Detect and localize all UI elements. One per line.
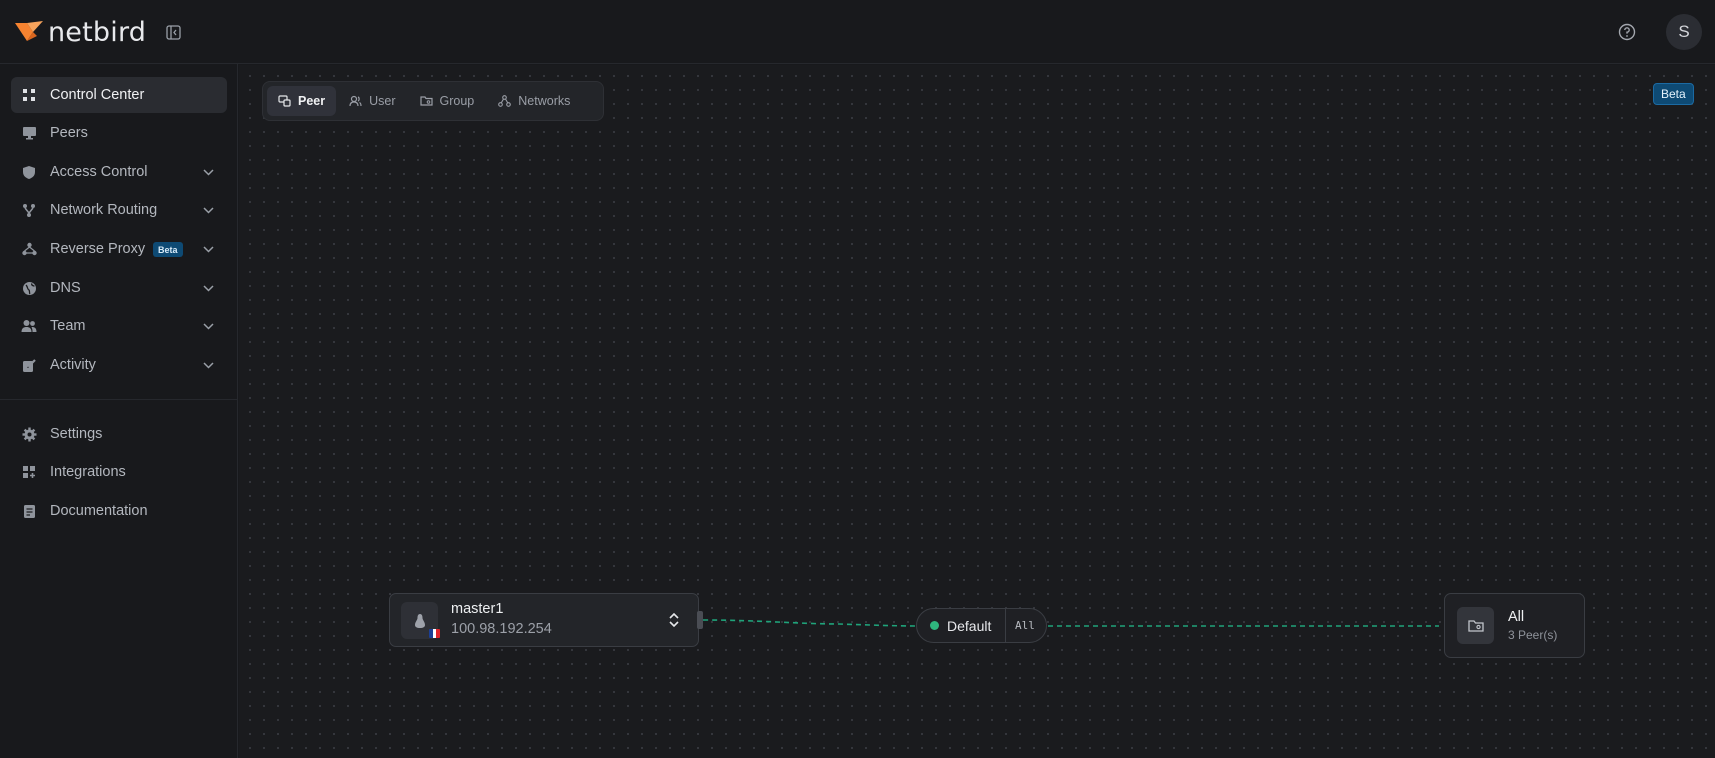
sidebar-collapse-icon	[165, 24, 181, 40]
integrations-icon	[21, 464, 37, 480]
policy-divider	[1005, 609, 1006, 642]
top-bar: netbird S	[0, 0, 1715, 64]
sidebar-item-label: Reverse Proxy	[50, 241, 146, 257]
help-button[interactable]	[1616, 21, 1638, 43]
control-center-icon	[21, 87, 37, 103]
edge-peer-to-policy	[702, 619, 917, 627]
tab-user[interactable]: User	[338, 86, 406, 116]
fr-flag-icon	[429, 629, 440, 638]
sidebar-item-integrations[interactable]: Integrations	[11, 454, 227, 490]
chevron-down-icon	[201, 358, 215, 372]
folder-group-icon	[1457, 607, 1494, 644]
peer-node[interactable]: master1 100.98.192.254	[389, 593, 703, 647]
sidebar-item-access-control[interactable]: Access Control	[11, 154, 227, 190]
tab-label: Peer	[298, 94, 326, 108]
policy-node[interactable]: Default All	[916, 608, 1047, 643]
help-circle-icon	[1618, 23, 1636, 41]
user-avatar[interactable]: S	[1666, 14, 1702, 50]
shield-icon	[21, 164, 37, 180]
policy-status-dot	[930, 621, 939, 630]
network-icon	[498, 95, 512, 107]
sidebar-item-control-center[interactable]: Control Center	[11, 77, 227, 113]
peer-name: master1	[451, 601, 504, 617]
view-tabs: Peer User Group Networks	[262, 81, 604, 121]
book-icon	[21, 503, 37, 519]
sidebar-item-team[interactable]: Team	[11, 308, 227, 344]
user-icon	[349, 95, 362, 107]
sidebar-divider	[0, 399, 238, 400]
chevron-down-icon	[201, 203, 215, 217]
sidebar-item-peers[interactable]: Peers	[11, 115, 227, 151]
folder-icon	[419, 96, 433, 106]
sidebar-item-network-routing[interactable]: Network Routing	[11, 192, 227, 228]
sidebar-item-label: Settings	[50, 426, 103, 442]
netbird-bird-icon	[15, 21, 43, 41]
tab-networks[interactable]: Networks	[487, 86, 581, 116]
peer-ip: 100.98.192.254	[451, 621, 552, 637]
group-name: All	[1508, 609, 1525, 625]
peer-os-box	[401, 602, 440, 639]
netbird-logo[interactable]: netbird	[14, 16, 146, 48]
gear-icon	[21, 426, 37, 442]
sidebar-item-dns[interactable]: DNS	[11, 270, 227, 306]
peer-select-toggle[interactable]	[666, 611, 682, 629]
sidebar-item-label: Documentation	[50, 503, 148, 519]
tab-group[interactable]: Group	[409, 86, 486, 116]
brand-name: netbird	[48, 16, 147, 48]
sidebar-item-label: Control Center	[50, 87, 145, 103]
sidebar-item-label: DNS	[50, 280, 81, 296]
chevron-down-icon	[201, 242, 215, 256]
sidebar: Control Center Peers Access Control Netw…	[0, 64, 238, 758]
sidebar-item-reverse-proxy[interactable]: Reverse Proxy Beta	[11, 231, 227, 267]
sidebar-item-label: Peers	[50, 125, 88, 141]
policy-name: Default	[947, 618, 992, 634]
activity-icon	[21, 357, 37, 373]
users-icon	[21, 318, 37, 334]
sidebar-item-label: Access Control	[50, 164, 148, 180]
sidebar-item-label: Network Routing	[50, 202, 158, 218]
tab-label: Networks	[518, 94, 571, 108]
policy-protocol: All	[1015, 619, 1035, 632]
chevron-down-icon	[201, 319, 215, 333]
monitor-icon	[21, 125, 37, 141]
tab-peer[interactable]: Peer	[267, 86, 337, 116]
group-peer-count: 3 Peer(s)	[1508, 628, 1558, 642]
sidebar-item-label: Activity	[50, 357, 96, 373]
sidebar-collapse-button[interactable]	[163, 22, 183, 42]
globe-icon	[21, 280, 37, 296]
chevron-down-icon	[201, 165, 215, 179]
sidebar-item-activity[interactable]: Activity	[11, 347, 227, 383]
chevron-down-icon	[201, 281, 215, 295]
chevron-up-down-icon	[669, 612, 679, 628]
tab-label: User	[369, 94, 396, 108]
sidebar-item-documentation[interactable]: Documentation	[11, 493, 227, 529]
peer-connection-handle[interactable]	[697, 611, 703, 629]
group-node[interactable]: All 3 Peer(s)	[1444, 593, 1585, 658]
git-branch-icon	[21, 202, 37, 218]
flow-canvas[interactable]: Peer User Group Networks Beta master1 10…	[239, 65, 1715, 758]
linux-tux-icon	[414, 613, 425, 628]
beta-badge: Beta	[153, 242, 183, 257]
nodes-icon	[21, 241, 37, 257]
sidebar-item-label: Integrations	[50, 464, 126, 480]
sidebar-item-label: Team	[50, 318, 86, 334]
sidebar-item-settings[interactable]: Settings	[11, 416, 227, 452]
peer-icon	[278, 95, 291, 107]
beta-badge: Beta	[1653, 83, 1694, 105]
tab-label: Group	[439, 94, 475, 108]
